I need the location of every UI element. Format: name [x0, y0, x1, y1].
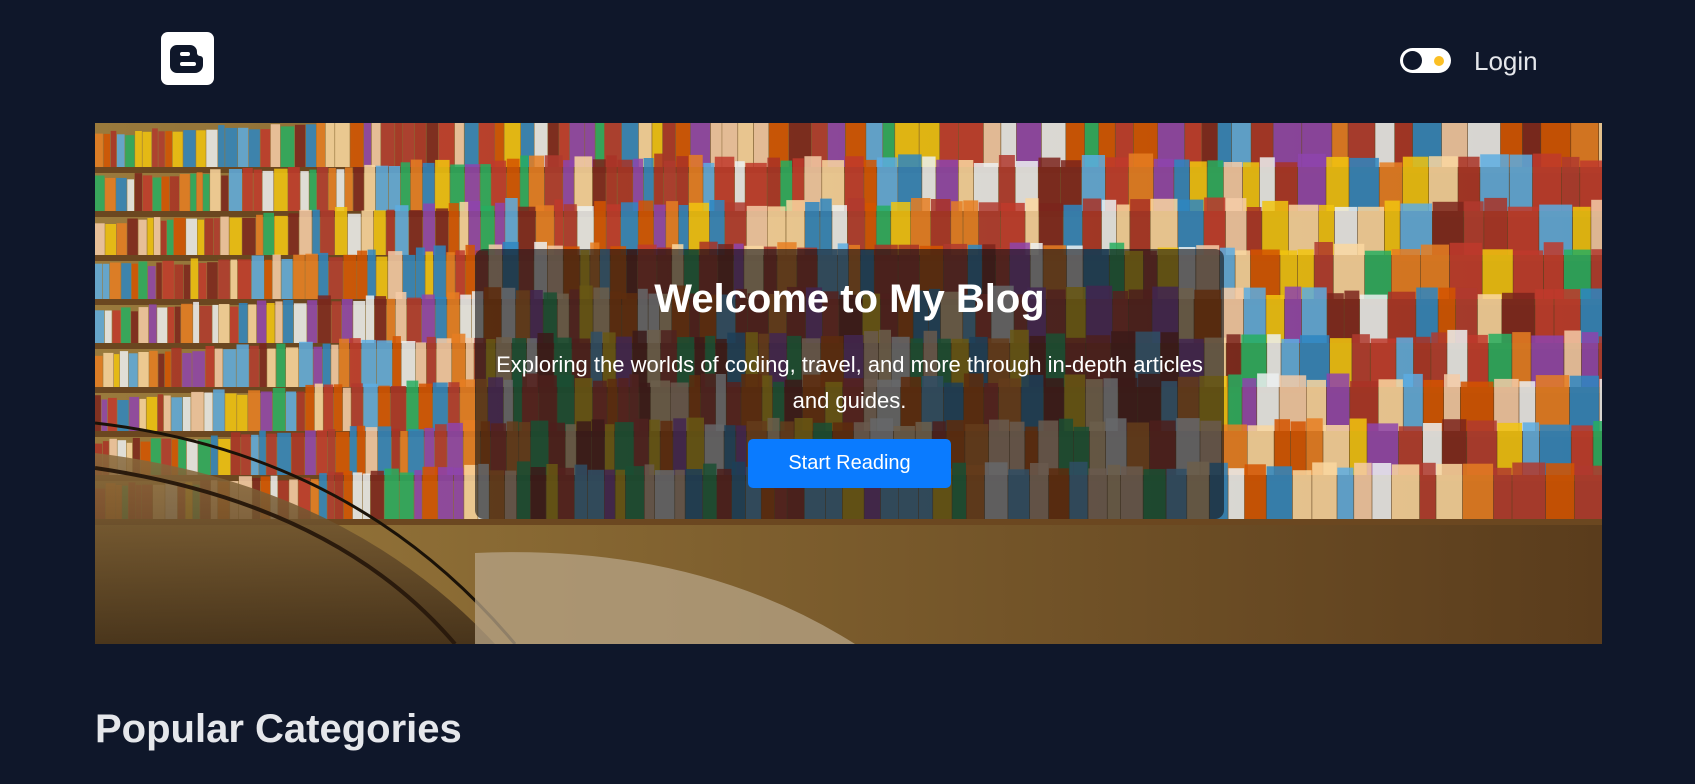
hero-subtitle: Exploring the worlds of coding, travel, … — [496, 352, 1203, 413]
sun-icon — [1434, 56, 1444, 66]
hero-banner: Welcome to My Blog Exploring the worlds … — [95, 123, 1602, 644]
popular-categories-heading: Popular Categories — [95, 707, 462, 751]
login-link[interactable]: Login — [1474, 44, 1538, 78]
blogger-logo-icon[interactable] — [161, 32, 214, 85]
hero-card: Welcome to My Blog Exploring the worlds … — [475, 249, 1224, 519]
blogger-logo-glyph — [170, 45, 203, 73]
start-reading-button[interactable]: Start Reading — [748, 439, 951, 488]
navbar: Login — [0, 0, 1695, 122]
theme-toggle[interactable] — [1400, 48, 1451, 73]
toggle-knob — [1403, 51, 1422, 70]
hero-title: Welcome to My Blog — [654, 277, 1045, 321]
